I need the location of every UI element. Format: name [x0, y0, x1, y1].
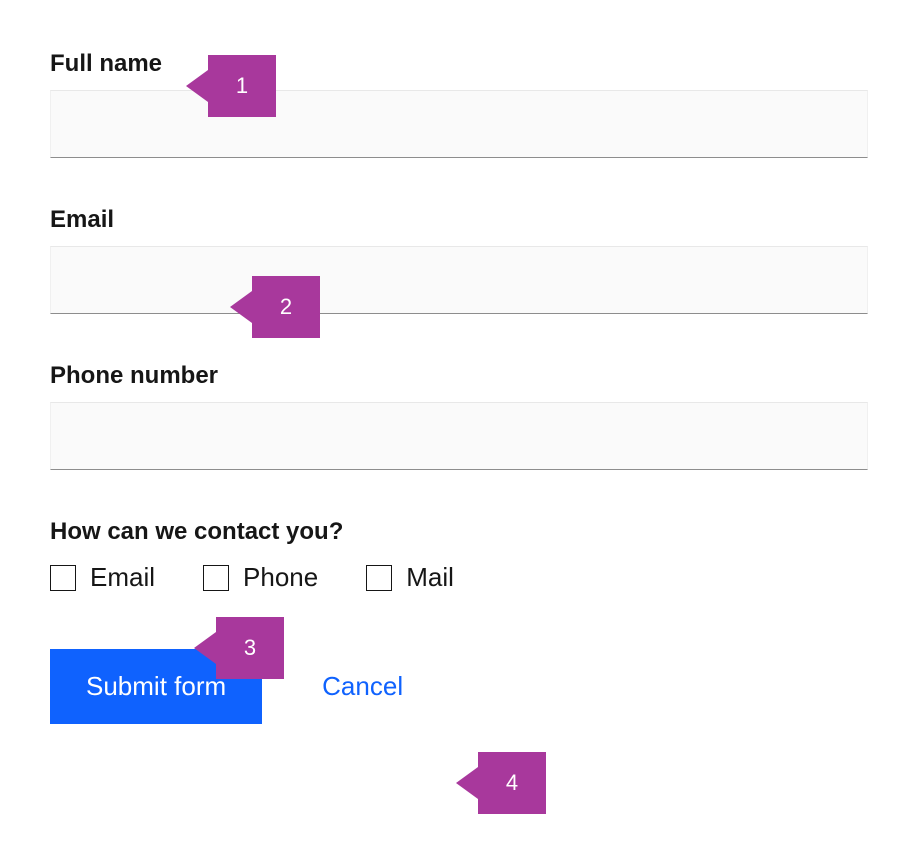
- contact-method-label: How can we contact you?: [50, 518, 868, 546]
- checkbox-label-phone[interactable]: Phone: [243, 562, 318, 593]
- checkbox-email[interactable]: [50, 565, 76, 591]
- full-name-input[interactable]: [50, 90, 868, 158]
- checkbox-label-mail[interactable]: Mail: [406, 562, 454, 593]
- annotation-arrow-icon: [456, 767, 478, 799]
- email-input[interactable]: [50, 246, 868, 314]
- checkbox-item-email: Email: [50, 562, 155, 593]
- checkbox-mail[interactable]: [366, 565, 392, 591]
- phone-input[interactable]: [50, 402, 868, 470]
- full-name-group: Full name: [50, 50, 868, 158]
- phone-label: Phone number: [50, 362, 868, 390]
- annotation-box: 4: [478, 752, 546, 814]
- button-row: Submit form Cancel: [50, 649, 868, 724]
- full-name-label: Full name: [50, 50, 868, 78]
- checkbox-phone[interactable]: [203, 565, 229, 591]
- phone-group: Phone number: [50, 362, 868, 470]
- email-label: Email: [50, 206, 868, 234]
- checkbox-label-email[interactable]: Email: [90, 562, 155, 593]
- annotation-4: 4: [456, 752, 546, 814]
- email-group: Email: [50, 206, 868, 314]
- submit-button[interactable]: Submit form: [50, 649, 262, 724]
- contact-method-group: How can we contact you? Email Phone Mail: [50, 518, 868, 593]
- checkbox-item-phone: Phone: [203, 562, 318, 593]
- cancel-button[interactable]: Cancel: [322, 671, 403, 702]
- checkbox-item-mail: Mail: [366, 562, 454, 593]
- checkbox-row: Email Phone Mail: [50, 562, 868, 593]
